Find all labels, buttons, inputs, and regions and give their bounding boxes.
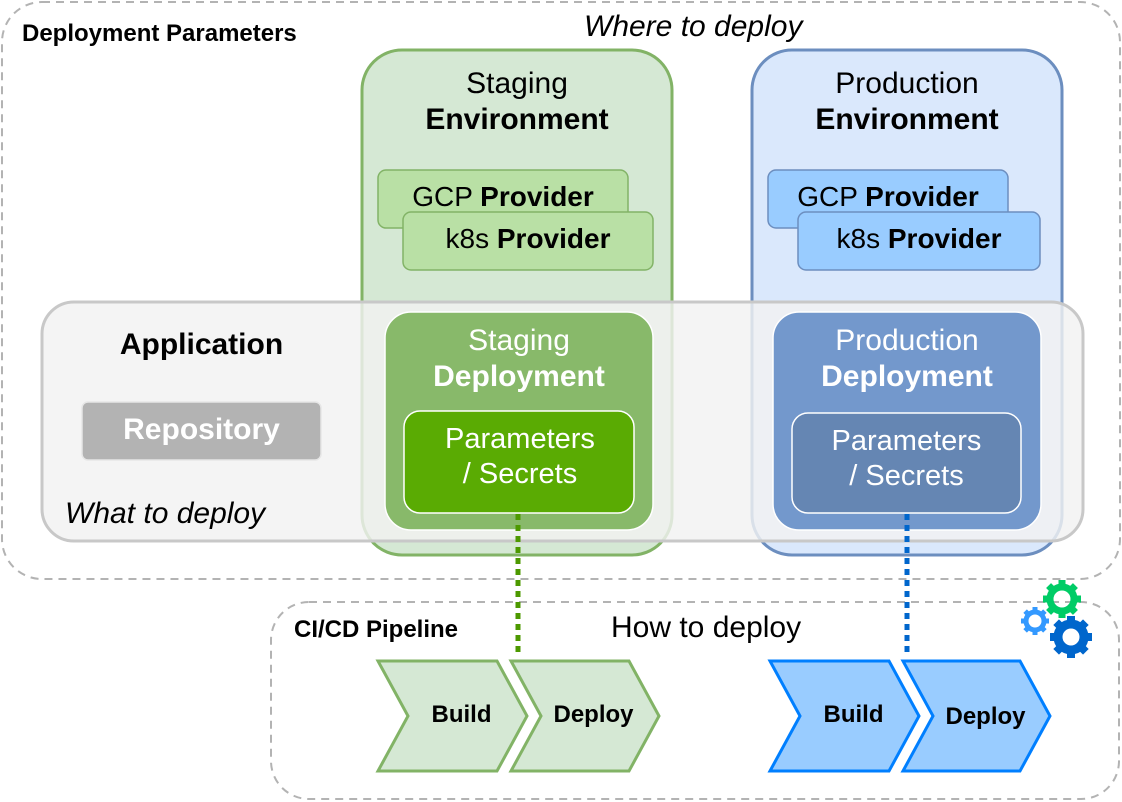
production-parameters-line2: / Secrets (849, 459, 964, 492)
gears-icon (1021, 580, 1092, 658)
provider-name: k8s (445, 223, 490, 254)
production-build-label: Build (823, 701, 884, 728)
staging-deployment-title-line2: Deployment (433, 360, 605, 393)
staging-deployment-title-line1: Staging (468, 324, 570, 357)
deployment-parameters-title: Deployment Parameters (22, 20, 297, 47)
production-environment-title-line2: Environment (815, 103, 999, 136)
production-parameters-secrets: Parameters / Secrets (792, 424, 1021, 494)
where-to-deploy-caption: Where to deploy (584, 10, 803, 43)
how-to-deploy-caption: How to deploy (611, 611, 802, 644)
staging-environment-title-line1: Staging (466, 67, 568, 100)
staging-deploy-label: Deploy (553, 701, 634, 728)
provider-name: GCP (412, 181, 473, 212)
provider-label: Provider (865, 181, 979, 212)
provider-label: Provider (496, 223, 611, 254)
pipeline-title: CI/CD Pipeline (294, 616, 459, 643)
light-blue-gear-icon (1021, 607, 1049, 635)
production-environment-title: Production Environment (752, 66, 1062, 138)
dark-blue-gear-icon (1050, 616, 1092, 658)
production-environment-title-line1: Production (835, 67, 979, 100)
application-title: Application (119, 328, 284, 361)
staging-build-label: Build (431, 701, 492, 728)
provider-name: GCP (797, 181, 858, 212)
staging-gcp-provider: GCP Provider (378, 180, 628, 214)
production-deployment-title: Production Deployment (773, 323, 1041, 395)
provider-label: Provider (480, 181, 594, 212)
staging-deployment-title: Staging Deployment (385, 323, 653, 395)
production-parameters-line1: Parameters (831, 425, 982, 457)
staging-environment-title: Staging Environment (362, 66, 672, 138)
production-deployment-title-line2: Deployment (821, 360, 993, 393)
production-k8s-provider: k8s Provider (798, 222, 1040, 256)
provider-label: Provider (887, 223, 1002, 254)
repository-label: Repository (123, 413, 280, 446)
what-to-deploy-caption: What to deploy (65, 497, 266, 530)
provider-name: k8s (836, 223, 881, 254)
staging-environment-title-line2: Environment (425, 103, 609, 136)
staging-parameters-line1: Parameters (445, 423, 595, 455)
staging-parameters-line2: / Secrets (462, 457, 578, 490)
staging-k8s-provider: k8s Provider (403, 222, 653, 256)
green-gear-icon (1043, 580, 1081, 618)
production-deploy-label: Deploy (945, 703, 1026, 730)
production-gcp-provider: GCP Provider (768, 180, 1008, 214)
staging-parameters-secrets: Parameters / Secrets (404, 422, 636, 492)
production-deployment-title-line1: Production (835, 324, 979, 357)
